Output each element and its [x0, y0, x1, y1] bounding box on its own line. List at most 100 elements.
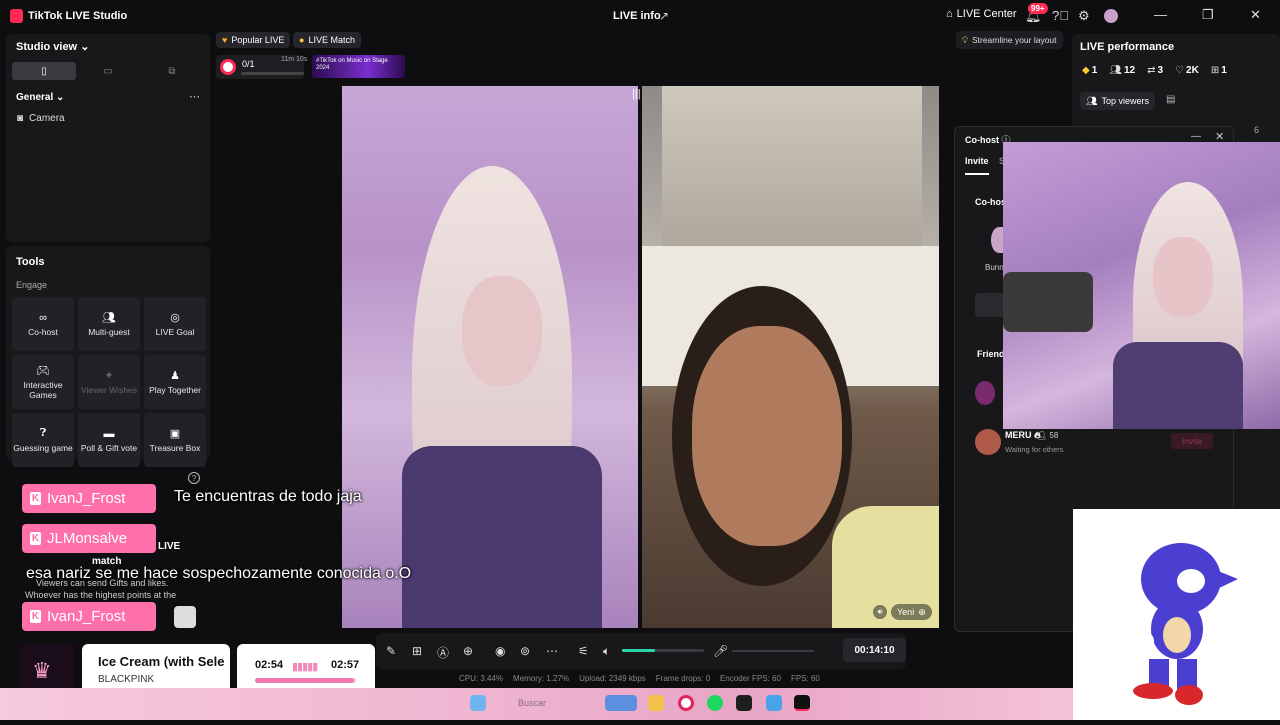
spotify-icon[interactable]: [707, 695, 723, 711]
tool-label: Poll & Gift vote: [80, 442, 138, 453]
record-icon[interactable]: ◉: [495, 644, 505, 658]
share-icon[interactable]: ↗: [659, 9, 669, 23]
song-progress-fill: [255, 678, 354, 683]
live-match-chip[interactable]: ● LIVE Match: [293, 32, 361, 48]
sonic-sprite-icon: [1133, 543, 1238, 705]
home-icon: ⌂: [946, 8, 953, 20]
studio-view-dropdown[interactable]: Studio view ⌄: [16, 40, 89, 53]
tool-play-together[interactable]: ♟ Play Together: [144, 355, 206, 409]
preview-top: [1113, 342, 1243, 429]
guest-volume-icon[interactable]: 🔊︎: [873, 605, 887, 619]
tool-interactive-games[interactable]: 🎮︎ Interactive Games: [12, 355, 74, 409]
more-icon[interactable]: ⋯: [546, 644, 558, 658]
profile-avatar[interactable]: [1104, 9, 1118, 23]
invite-button[interactable]: Invite: [1171, 433, 1213, 449]
mic-slider[interactable]: [732, 650, 814, 652]
encoder-fps-stat: Encoder FPS: 60: [720, 674, 781, 683]
general-section-toggle[interactable]: General ⌄: [16, 92, 64, 103]
share-icon: ⇄: [1147, 65, 1156, 76]
memory-stat: Memory: 1.27%: [513, 674, 570, 683]
more-icon[interactable]: ⋯: [189, 90, 200, 103]
shares-stat: ⇄ 3: [1147, 65, 1163, 76]
tool-label: Multi-guest: [88, 327, 130, 337]
floating-camera-preview[interactable]: [1003, 142, 1280, 429]
popular-live-chip[interactable]: ♥ Popular LIVE: [216, 32, 291, 48]
add-source-icon[interactable]: ⊕: [463, 644, 473, 658]
portrait-view-button[interactable]: ▯: [12, 62, 76, 80]
chat-username: JLMonsalve: [47, 530, 128, 547]
tool-viewer-wishes[interactable]: ✦ Viewer Wishes: [78, 355, 140, 409]
tiktok-taskbar-icon[interactable]: [794, 695, 810, 711]
tool-live-goal[interactable]: ◎ LIVE Goal: [144, 297, 206, 351]
minimize-icon[interactable]: —: [1191, 131, 1201, 142]
person-icon: 👤︎: [1037, 431, 1048, 440]
user-k-icon: K: [30, 492, 41, 505]
likes-stat: ♡ 2K: [1175, 65, 1199, 76]
shares-value: 3: [1157, 65, 1164, 76]
landscape-view-button[interactable]: ▭: [76, 62, 140, 80]
opera-icon[interactable]: [678, 695, 694, 711]
tool-label: Play Together: [149, 385, 201, 395]
volume-slider[interactable]: [622, 649, 704, 652]
folder-icon[interactable]: [648, 695, 664, 711]
phone-icon: ▯: [41, 65, 47, 77]
help-icon[interactable]: ?⃝: [1052, 8, 1069, 23]
guest-name: Yeni: [897, 607, 915, 617]
friend-viewers: 👤︎ 58: [1037, 431, 1058, 440]
tool-label: Guessing game: [13, 443, 73, 453]
guest-face: [692, 326, 842, 546]
dual-view-button[interactable]: ⧉: [140, 62, 204, 80]
tool-treasure-box[interactable]: ▣ Treasure Box: [144, 413, 206, 467]
speaker-icon[interactable]: 🔈︎: [603, 644, 610, 659]
friend-avatar[interactable]: [975, 381, 995, 405]
friends-section-title: Friend: [977, 349, 1005, 359]
list-icon[interactable]: ▤: [1166, 94, 1175, 105]
magic-wand-icon[interactable]: ✎: [386, 644, 396, 658]
live-center-button[interactable]: ⌂ LIVE Center: [946, 8, 1017, 20]
layout-icon[interactable]: ⊞: [412, 644, 422, 658]
total-time: 02:57: [331, 659, 360, 671]
maximize-icon[interactable]: ❐: [1202, 7, 1214, 23]
users-icon: 👥︎: [102, 312, 116, 324]
replay-icon[interactable]: ⊚: [520, 644, 530, 658]
taskbar-search[interactable]: Buscar: [518, 698, 546, 708]
suggested-host-name: Bunn: [985, 263, 1004, 272]
chat-user-badge: K JLMonsalve: [22, 524, 156, 553]
gifts-stat: ⊞ 1: [1211, 65, 1227, 76]
tool-guessing-game[interactable]: ❓︎ Guessing game: [12, 413, 74, 467]
top-viewers-tab[interactable]: 👥︎ Top viewers: [1080, 92, 1155, 110]
app-icon[interactable]: [766, 695, 782, 711]
title-bar: TikTok LIVE Studio LIVE info ↗ ⌂ LIVE Ce…: [0, 0, 1280, 32]
help-icon[interactable]: ?: [188, 472, 200, 484]
adjust-icon[interactable]: ⚟: [578, 644, 589, 658]
minimize-icon[interactable]: —: [1154, 7, 1167, 22]
friend-avatar[interactable]: [975, 429, 1001, 455]
tool-co-host[interactable]: ∞ Co-host: [12, 297, 74, 351]
split-handle-icon[interactable]: |||: [632, 88, 641, 100]
ai-icon[interactable]: Ⓐ: [437, 644, 449, 661]
heart-icon: ♡: [1175, 65, 1185, 76]
close-icon[interactable]: ✕: [1250, 7, 1261, 23]
settings-icon[interactable]: ⚙: [1078, 8, 1090, 24]
camera-icon: ◙: [17, 113, 24, 124]
tool-poll-gift-vote[interactable]: ▬ Poll & Gift vote: [78, 413, 140, 467]
event-banner[interactable]: #TikTok on Music on Stage 2024: [312, 55, 405, 78]
landscape-icon: ▭: [103, 65, 113, 77]
microphone-icon[interactable]: 🎤︎: [713, 644, 728, 658]
tool-multi-guest[interactable]: 👥︎ Multi-guest: [78, 297, 140, 351]
guest-camera-feed: [642, 86, 939, 628]
tab-invite[interactable]: Invite: [965, 156, 989, 166]
guest-name-tag[interactable]: Yeni ⊕: [891, 604, 932, 620]
start-icon[interactable]: [470, 695, 486, 711]
streamline-tip[interactable]: 💡︎ Streamline your layout: [956, 31, 1063, 49]
weather-icon[interactable]: [605, 695, 637, 711]
cohost-title-text: Co-host: [965, 135, 999, 145]
live-info-title[interactable]: LIVE info: [613, 10, 661, 22]
diamond-icon: ◆: [1082, 65, 1090, 76]
chat-user-badge: K IvanJ_Frost: [22, 484, 156, 513]
friend-name-text: MERU: [1005, 430, 1032, 440]
source-camera[interactable]: ◙ Camera: [17, 113, 65, 124]
app-icon[interactable]: [736, 695, 752, 711]
friend-name: MERU 🔥︎: [1005, 430, 1041, 441]
chat-message: Te encuentras de todo jaja: [174, 488, 362, 505]
